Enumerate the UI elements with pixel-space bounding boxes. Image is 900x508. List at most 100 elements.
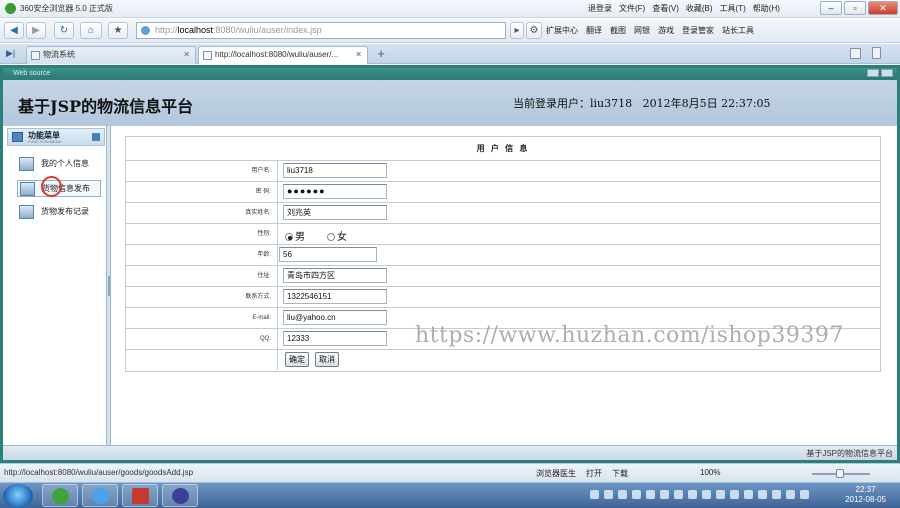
menu-favorites[interactable]: 收藏(B) [686,3,713,14]
cancel-button[interactable]: 取消 [315,352,339,367]
tab-localhost[interactable]: http://localhost:8080/wuliu/auser/... ✕ [198,46,368,64]
frame-close-icon[interactable] [881,69,893,77]
tray-icon[interactable] [660,490,669,499]
browser-logo-icon [5,3,16,14]
menu-view[interactable]: 查看(V) [652,3,679,14]
close-tab-icon[interactable]: ✕ [355,47,362,63]
splitter-grip[interactable] [108,276,110,296]
site-title: 基于JSP的物流信息平台 [18,97,194,116]
tray-icon[interactable] [604,490,613,499]
sidebar-item-goods-records[interactable]: 货物发布记录 [17,204,101,221]
browser-menu: 退登录 文件(F) 查看(V) 收藏(B) 工具(T) 帮助(H) [588,3,780,14]
status-tools: 浏览器医生 打开 下载 100% [536,468,720,479]
email-field[interactable]: liu@yahoo.cn [283,310,387,325]
taskbar-clock[interactable]: 22:37 2012-08-05 [845,485,886,505]
tool-translate[interactable]: 翻译 [586,25,602,36]
tray-icon[interactable] [618,490,627,499]
menu-icon [12,132,23,142]
restore-tab-icon[interactable] [850,48,861,59]
tray-icon[interactable] [800,490,809,499]
tab-bar: ▶| 物流系统 ✕ http://localhost:8080/wuliu/au… [0,44,900,64]
status-download[interactable]: 下载 [612,468,628,479]
menu-file[interactable]: 文件(F) [619,3,645,14]
frame-title-bar: Web source [3,68,897,79]
task-app[interactable] [122,484,158,507]
maximize-button[interactable]: ▫ [844,1,866,15]
tray-icon[interactable] [590,490,599,499]
toolbar-extensions: 扩展中心 翻译 截图 网银 游戏 登录管家 站长工具 [546,25,754,36]
tray-icon[interactable] [716,490,725,499]
gender-female-radio[interactable]: 女 [327,228,347,243]
qq-field[interactable]: 12333 [283,331,387,346]
menu-tools[interactable]: 工具(T) [720,3,746,14]
form-row-address: 住址: 青岛市四方区 [126,266,880,287]
go-button[interactable]: ▸ [510,22,524,39]
watermark: https://www.huzhan.com/ishop39397 [415,323,844,348]
gender-male-radio[interactable]: 男 [285,228,305,243]
user-card-icon [20,182,35,196]
task-ie[interactable] [82,484,118,507]
footer-text: 基于JSP的物流信息平台 [806,449,893,458]
browser-status-bar: http://localhost:8080/wuliu/auser/goods/… [0,463,900,482]
address-bar[interactable]: http://localhost:8080/wuliu/auser/index.… [136,22,506,39]
sidebar-item-my-info[interactable]: 我的个人信息 [17,156,101,173]
tray-icon[interactable] [786,490,795,499]
collapse-icon[interactable] [92,133,100,141]
realname-field[interactable]: 刘兆英 [283,205,387,220]
username-field[interactable]: liu3718 [283,163,387,178]
menu-help[interactable]: 帮助(H) [753,3,780,14]
tray-icon[interactable] [702,490,711,499]
task-360-browser[interactable] [42,484,78,507]
tool-login-manager[interactable]: 登录管家 [682,25,714,36]
status-doctor[interactable]: 浏览器医生 [536,468,576,479]
tray-icon[interactable] [744,490,753,499]
new-tab-button[interactable]: + [372,47,390,63]
status-open[interactable]: 打开 [586,468,602,479]
form-title: 用 户 信 息 [126,137,880,161]
tool-webmaster[interactable]: 站长工具 [722,25,754,36]
tray-icon[interactable] [772,490,781,499]
sidebar-toggle-icon[interactable]: ▶| [6,48,15,59]
password-field[interactable]: ●●●●●● [283,184,387,199]
menu-logout[interactable]: 退登录 [588,3,612,14]
navigation-bar: ◀ ▶ ↻ ⌂ ★ http://localhost:8080/wuliu/au… [0,19,900,43]
forward-button[interactable]: ▶ [26,22,46,39]
user-card-icon [19,205,34,219]
sidebar-header: 功能菜单 FUNCTION MENU [7,128,105,146]
tray-icon[interactable] [730,490,739,499]
tool-games[interactable]: 游戏 [658,25,674,36]
form-row-password: 密 码: ●●●●●● [126,182,880,203]
frame-minimize-icon[interactable] [867,69,879,77]
address-field[interactable]: 青岛市四方区 [283,268,387,283]
tab-logistics-system[interactable]: 物流系统 ✕ [26,46,196,64]
back-button[interactable]: ◀ [4,22,24,39]
age-field[interactable]: 56 [279,247,377,262]
tray-icon[interactable] [688,490,697,499]
tray-icon[interactable] [646,490,655,499]
start-button[interactable] [3,484,33,508]
zoom-level[interactable]: 100% [700,468,720,479]
tray-icon[interactable] [674,490,683,499]
tool-screenshot[interactable]: 截图 [610,25,626,36]
form-row-username: 用户名: liu3718 [126,161,880,182]
phone-field[interactable]: 1322546151 [283,289,387,304]
tray-icon[interactable] [758,490,767,499]
home-button[interactable]: ⌂ [80,22,102,39]
trash-icon[interactable] [872,47,881,59]
tool-extensions[interactable]: 扩展中心 [546,25,578,36]
minimize-button[interactable]: – [820,1,842,15]
main-content: 用 户 信 息 用户名: liu3718 密 码: ●●●●●● 真实姓名: 刘… [111,126,897,445]
submit-button[interactable]: 确定 [285,352,309,367]
tray-icon[interactable] [632,490,641,499]
tool-bank[interactable]: 网银 [634,25,650,36]
settings-gear-icon[interactable]: ⚙ [526,22,542,39]
favorite-star-button[interactable]: ★ [108,22,128,39]
refresh-button[interactable]: ↻ [54,22,74,39]
close-tab-icon[interactable]: ✕ [183,47,190,63]
cursor-highlight-icon [41,176,62,197]
close-window-button[interactable]: ✕ [868,1,898,15]
task-eclipse[interactable] [162,484,198,507]
browser-title: 360安全浏览器 5.0 正式版 [20,4,113,13]
zoom-slider-handle[interactable] [836,469,844,478]
page-footer: 基于JSP的物流信息平台 [3,445,897,460]
